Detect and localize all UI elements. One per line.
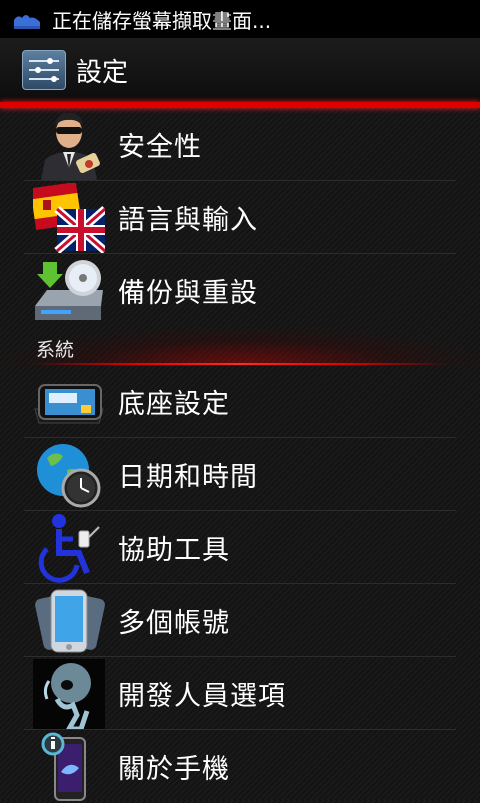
page-title: 設定 <box>76 57 129 88</box>
settings-list: 安全性 語言與輸入 備份與重設 系統 底座設定 日期和時間 協助工具 多個帳號 … <box>0 108 480 803</box>
settings-item-label: 協助工具 <box>118 535 230 566</box>
settings-item-backup-reset[interactable]: 備份與重設 <box>0 254 480 327</box>
dock-phone-icon <box>33 367 105 437</box>
settings-item-label: 語言與輸入 <box>118 205 258 236</box>
developer-xray-icon <box>33 659 105 729</box>
settings-item-accessibility[interactable]: 協助工具 <box>0 511 480 584</box>
about-phone-icon <box>33 732 105 802</box>
settings-item-label: 安全性 <box>118 132 202 163</box>
action-bar: 設定 <box>0 38 480 102</box>
section-header-system: 系統 <box>0 327 480 365</box>
settings-item-developer-options[interactable]: 開發人員選項 <box>0 657 480 730</box>
backup-drive-icon <box>33 256 105 326</box>
settings-item-security[interactable]: 安全性 <box>0 108 480 181</box>
status-bar[interactable]: 正在儲存螢幕擷取畫面... <box>0 0 480 38</box>
settings-item-language-input[interactable]: 語言與輸入 <box>0 181 480 254</box>
settings-item-label: 開發人員選項 <box>118 681 286 712</box>
settings-item-date-time[interactable]: 日期和時間 <box>0 438 480 511</box>
status-notification-text: 正在儲存螢幕擷取畫面... <box>52 8 272 33</box>
settings-item-accounts[interactable]: 多個帳號 <box>0 584 480 657</box>
section-title: 系統 <box>36 339 75 361</box>
screenshot-notification-icon <box>12 8 42 30</box>
accessibility-wheelchair-icon <box>33 513 105 583</box>
multiple-accounts-phones-icon <box>33 586 105 656</box>
settings-item-dock[interactable]: 底座設定 <box>0 365 480 438</box>
settings-item-label: 日期和時間 <box>118 462 258 493</box>
settings-item-about-phone[interactable]: 關於手機 <box>0 730 480 803</box>
language-flags-icon <box>33 183 105 253</box>
settings-sliders-icon[interactable] <box>22 50 66 90</box>
security-agent-icon <box>33 110 105 180</box>
settings-item-label: 備份與重設 <box>118 278 258 309</box>
globe-clock-icon <box>33 440 105 510</box>
settings-item-label: 底座設定 <box>118 389 230 420</box>
settings-item-label: 多個帳號 <box>118 608 230 639</box>
settings-item-label: 關於手機 <box>118 754 230 785</box>
